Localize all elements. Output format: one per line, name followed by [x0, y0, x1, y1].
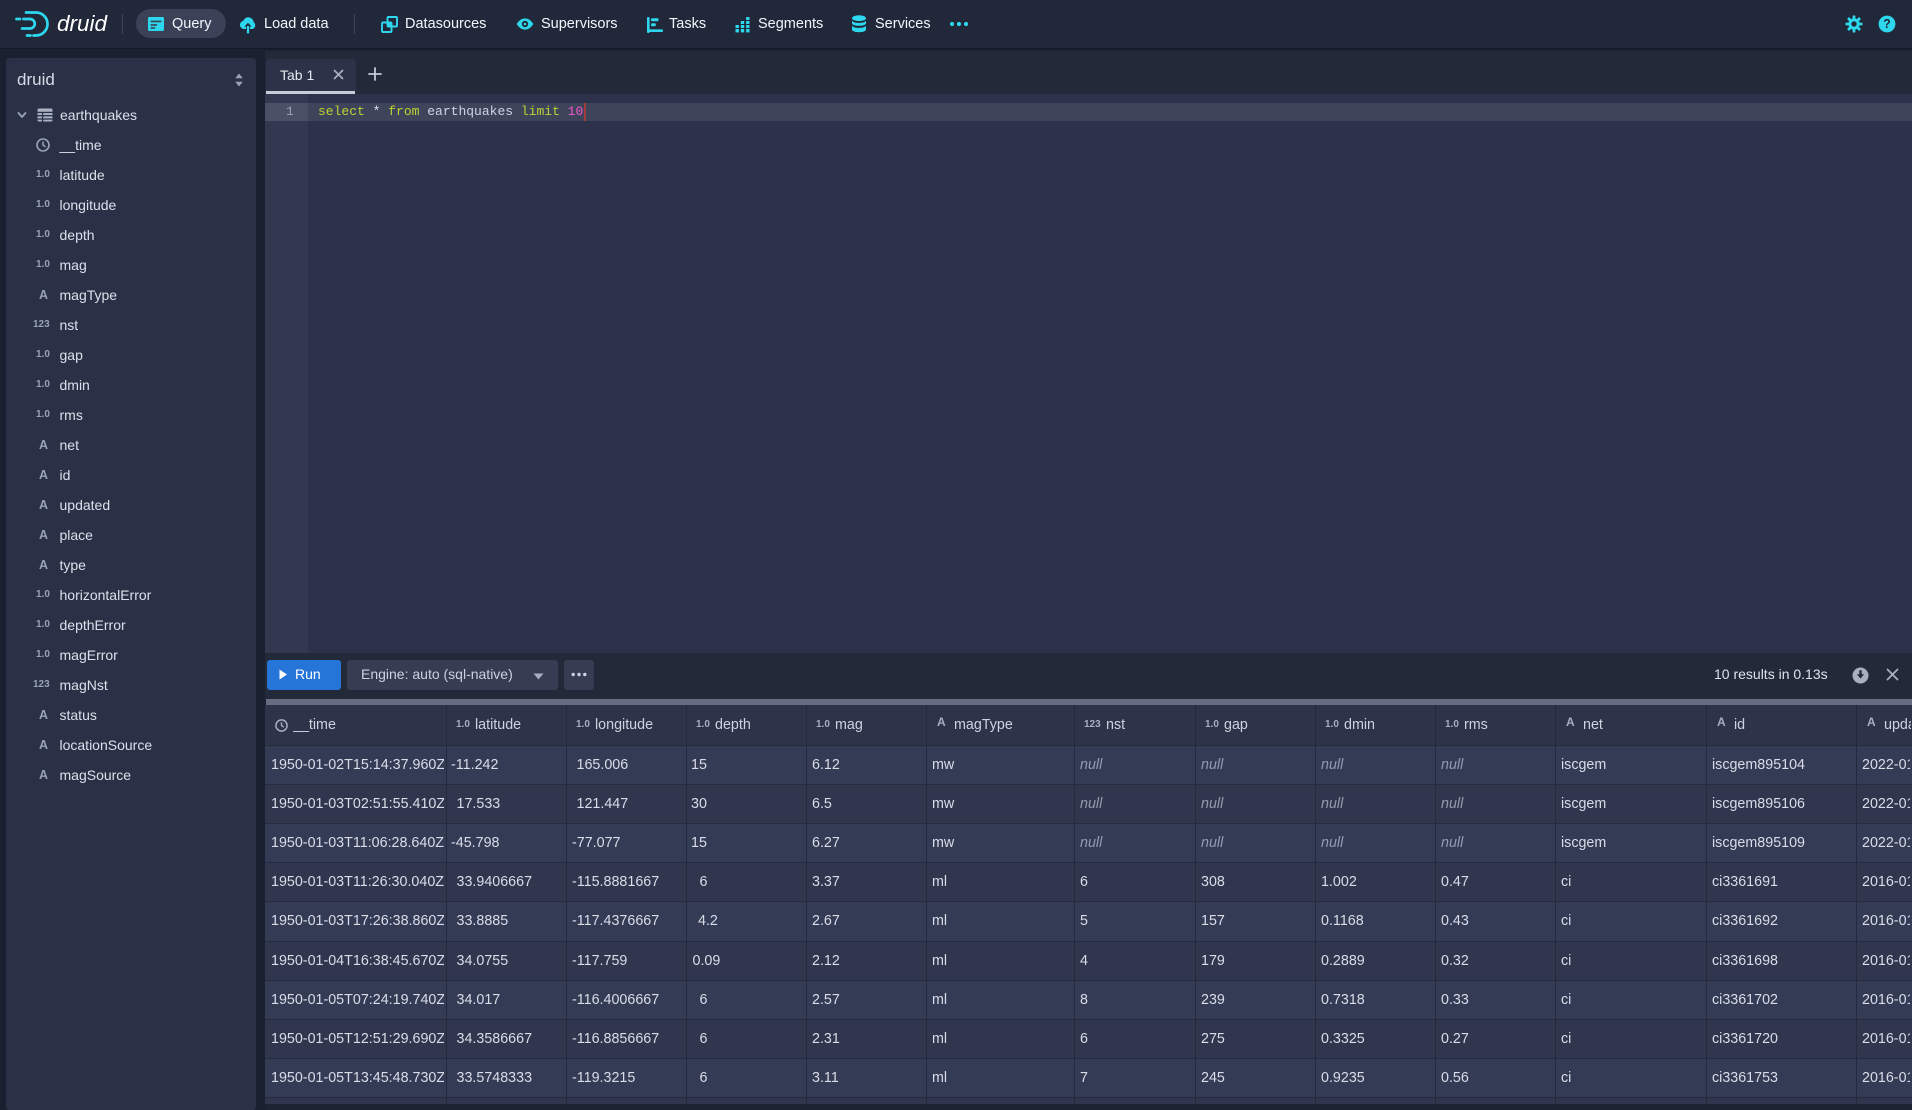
- svg-text:?: ?: [1883, 17, 1891, 31]
